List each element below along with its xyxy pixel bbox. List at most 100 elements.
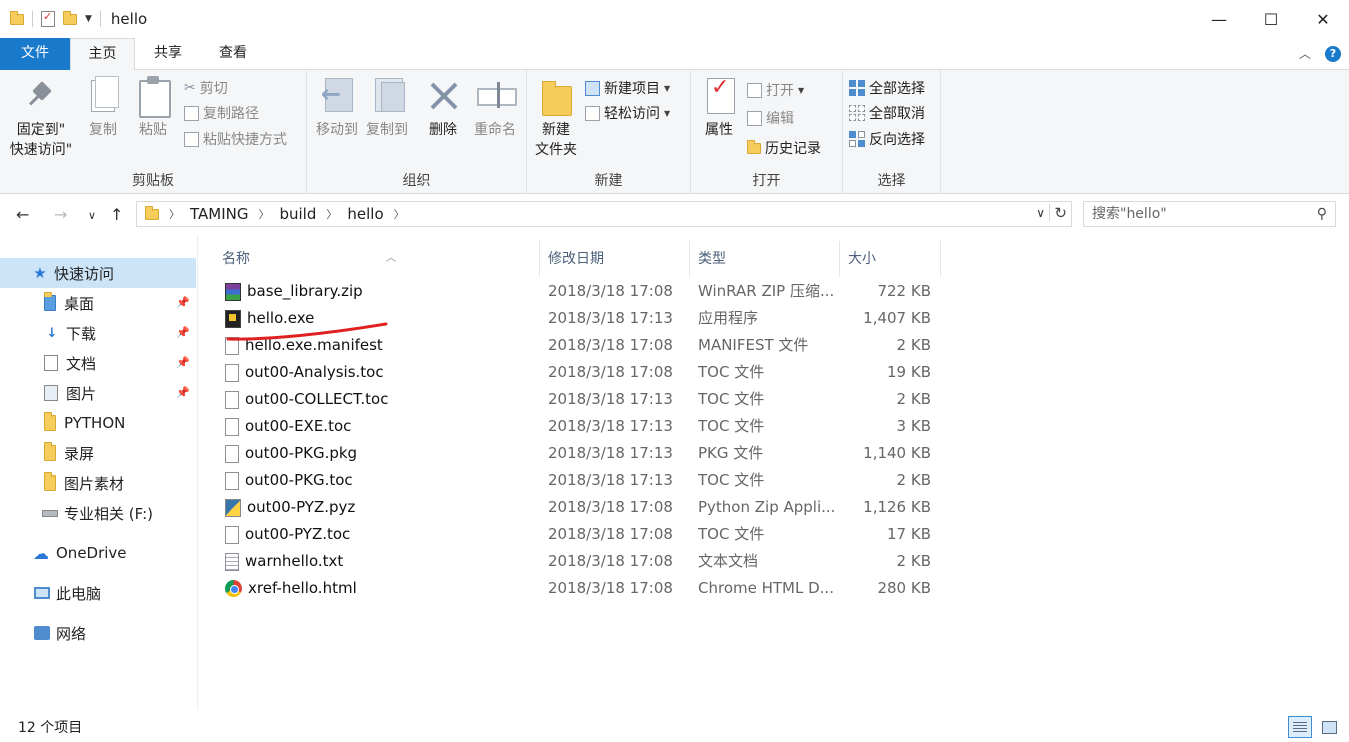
properties-icon[interactable]	[41, 10, 55, 27]
easy-access-icon	[585, 105, 600, 121]
easy-access-button[interactable]: 轻松访问 ▼	[585, 101, 670, 125]
open-button[interactable]: 打开 ▼	[747, 78, 804, 102]
file-row[interactable]: out00-Analysis.toc 2018/3/18 17:08 TOC 文件 1…	[199, 359, 1349, 386]
nav-network[interactable]: 网络	[0, 618, 196, 648]
nav-item-image-assets[interactable]: 图片素材	[0, 468, 196, 498]
file-row[interactable]: out00-EXE.toc 2018/3/18 17:13 TOC 文件 3 KB	[199, 413, 1349, 440]
breadcrumb-chevron-icon[interactable]: 〉	[394, 206, 405, 222]
file-row[interactable]: out00-PYZ.toc 2018/3/18 17:08 TOC 文件 17 KB	[199, 521, 1349, 548]
nav-item-documents[interactable]: 文档 📌	[0, 348, 196, 378]
file-name-cell[interactable]: out00-PYZ.pyz	[225, 494, 535, 521]
properties-button[interactable]: 属性	[697, 76, 741, 140]
file-name-cell[interactable]: out00-EXE.toc	[225, 413, 535, 440]
copy-path-label: 复制路径	[203, 106, 259, 122]
pin-icon[interactable]: 📌	[176, 296, 190, 309]
nav-quick-access[interactable]: ★ 快速访问	[0, 258, 196, 288]
back-arrow-icon[interactable]: ←	[16, 205, 29, 224]
column-header-name[interactable]: 名称 ︿	[214, 241, 540, 277]
nav-item-downloads[interactable]: ↓ 下载 📌	[0, 318, 196, 348]
nav-item-desktop[interactable]: 桌面 📌	[0, 288, 196, 318]
details-view-button[interactable]	[1288, 716, 1312, 738]
file-name-cell[interactable]: out00-PYZ.toc	[225, 521, 535, 548]
help-icon[interactable]: ?	[1325, 45, 1341, 62]
select-none-button[interactable]: 全部取消	[849, 101, 925, 125]
column-label: 修改日期	[548, 251, 604, 267]
nav-item-pictures[interactable]: 图片 📌	[0, 378, 196, 408]
forward-arrow-icon[interactable]: →	[54, 205, 67, 224]
copy-to-button[interactable]: 复制到	[361, 76, 413, 140]
nav-onedrive[interactable]: ☁ OneDrive	[0, 538, 196, 568]
minimize-button[interactable]: —	[1193, 0, 1245, 38]
pin-icon[interactable]: 📌	[176, 356, 190, 369]
breadcrumb-chevron-icon[interactable]: 〉	[258, 206, 269, 222]
file-name-cell[interactable]: base_library.zip	[225, 278, 535, 305]
rename-button[interactable]: 重命名	[469, 76, 521, 140]
file-row[interactable]: out00-PKG.pkg 2018/3/18 17:13 PKG 文件 1,140 …	[199, 440, 1349, 467]
breadcrumb-chevron-icon[interactable]: 〉	[326, 206, 337, 222]
breadcrumb-chevron-icon[interactable]: 〉	[169, 206, 180, 222]
cut-button[interactable]: ✂ 剪切	[184, 76, 228, 100]
file-row[interactable]: warnhello.txt 2018/3/18 17:08 文本文档 2 KB	[199, 548, 1349, 575]
paste-button[interactable]: 粘贴	[132, 76, 174, 140]
tab-share[interactable]: 共享	[138, 38, 198, 70]
up-arrow-icon[interactable]: ↑	[110, 205, 123, 224]
file-name-cell[interactable]: out00-Analysis.toc	[225, 359, 535, 386]
nav-item-recordings[interactable]: 录屏	[0, 438, 196, 468]
history-button[interactable]: 历史记录	[747, 136, 821, 160]
nav-this-pc[interactable]: 此电脑	[0, 578, 196, 608]
maximize-button[interactable]: ☐	[1245, 0, 1297, 38]
new-item-label: 新建项目	[604, 81, 660, 97]
move-to-button[interactable]: 移动到	[311, 76, 363, 140]
search-input[interactable]: 搜索"hello" ⚲	[1083, 201, 1336, 227]
address-bar[interactable]: 〉 TAMING 〉 build 〉 hello 〉 ∨ ↻	[136, 201, 1072, 227]
customize-toolbar-dropdown-icon[interactable]: ▼	[85, 14, 92, 24]
tab-home[interactable]: 主页	[70, 38, 135, 71]
pin-icon[interactable]: 📌	[176, 326, 190, 339]
file-row[interactable]: xref-hello.html 2018/3/18 17:08 Chrome HTM…	[199, 575, 1349, 602]
recent-locations-chevron-icon[interactable]: ∨	[88, 209, 96, 222]
column-header-size[interactable]: 大小	[840, 241, 941, 277]
nav-item-python[interactable]: PYTHON	[0, 408, 196, 438]
large-icons-view-button[interactable]	[1317, 716, 1341, 738]
file-type: TOC 文件	[698, 417, 765, 435]
file-name-cell[interactable]: warnhello.txt	[225, 548, 535, 575]
tab-file[interactable]: 文件	[0, 38, 70, 70]
close-button[interactable]: ✕	[1297, 0, 1349, 38]
breadcrumb-item[interactable]: hello	[347, 205, 383, 223]
copy-path-button[interactable]: 复制路径	[184, 101, 259, 125]
file-name-cell[interactable]: xref-hello.html	[225, 575, 535, 602]
edit-button[interactable]: 编辑	[747, 106, 794, 130]
new-folder-button[interactable]: 新建 文件夹	[531, 76, 581, 160]
file-name-cell[interactable]: out00-PKG.toc	[225, 467, 535, 494]
file-type: WinRAR ZIP 压缩...	[698, 282, 835, 300]
column-header-date[interactable]: 修改日期	[540, 241, 690, 277]
tab-view[interactable]: 查看	[202, 38, 264, 70]
refresh-icon[interactable]: ↻	[1049, 204, 1067, 222]
nav-item-drive-f[interactable]: 专业相关 (F:)	[0, 498, 196, 528]
breadcrumb-item[interactable]: TAMING	[190, 205, 248, 223]
new-folder-icon[interactable]	[63, 10, 77, 25]
delete-button[interactable]: 删除	[421, 76, 465, 140]
select-all-icon	[849, 80, 865, 96]
pin-to-quick-access-button[interactable]: 固定到" 快速访问"	[6, 76, 76, 160]
nav-label: 录屏	[64, 444, 95, 463]
pin-icon[interactable]: 📌	[176, 386, 190, 399]
new-item-button[interactable]: 新建项目 ▼	[585, 76, 670, 100]
details-view-icon	[1293, 722, 1307, 732]
column-header-type[interactable]: 类型	[690, 241, 840, 277]
file-row[interactable]: out00-PYZ.pyz 2018/3/18 17:08 Python Zip A…	[199, 494, 1349, 521]
address-dropdown-icon[interactable]: ∨	[1036, 206, 1045, 220]
collapse-ribbon-icon[interactable]: ︿	[1299, 45, 1311, 62]
select-all-button[interactable]: 全部选择	[849, 76, 925, 100]
file-row[interactable]: base_library.zip 2018/3/18 17:08 WinRAR ZI…	[199, 278, 1349, 305]
paste-shortcut-button[interactable]: 粘贴快捷方式	[184, 127, 287, 151]
file-name-cell[interactable]: out00-COLLECT.toc	[225, 386, 535, 413]
breadcrumb-item[interactable]: build	[279, 205, 316, 223]
invert-selection-button[interactable]: 反向选择	[849, 127, 925, 151]
file-name-cell[interactable]: out00-PKG.pkg	[225, 440, 535, 467]
nav-label: OneDrive	[56, 544, 127, 562]
file-row[interactable]: out00-PKG.toc 2018/3/18 17:13 TOC 文件 2 KB	[199, 467, 1349, 494]
copy-button[interactable]: 复制	[82, 76, 124, 140]
search-icon[interactable]: ⚲	[1317, 202, 1327, 226]
file-row[interactable]: out00-COLLECT.toc 2018/3/18 17:13 TOC 文件 2 …	[199, 386, 1349, 413]
